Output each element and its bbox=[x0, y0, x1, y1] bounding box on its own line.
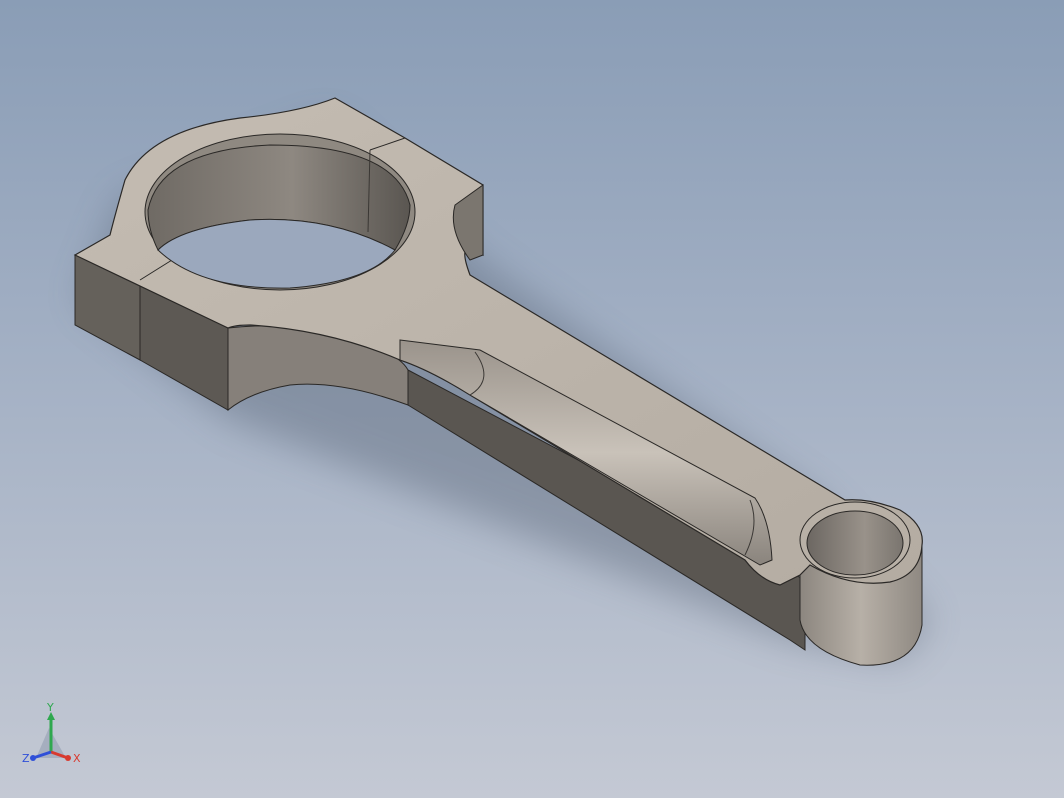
triad-y-label: Y bbox=[46, 701, 54, 714]
small-end-bore bbox=[806, 510, 904, 576]
triad-z-tip bbox=[30, 755, 36, 761]
graphics-viewport[interactable]: Y Z X bbox=[0, 0, 1064, 798]
triad-x-tip bbox=[65, 755, 71, 761]
triad-x-label: X bbox=[73, 752, 81, 765]
triad-z-label: Z bbox=[22, 752, 30, 765]
view-orientation-triad[interactable]: Y Z X bbox=[18, 700, 88, 770]
connecting-rod-model[interactable] bbox=[0, 0, 1064, 798]
